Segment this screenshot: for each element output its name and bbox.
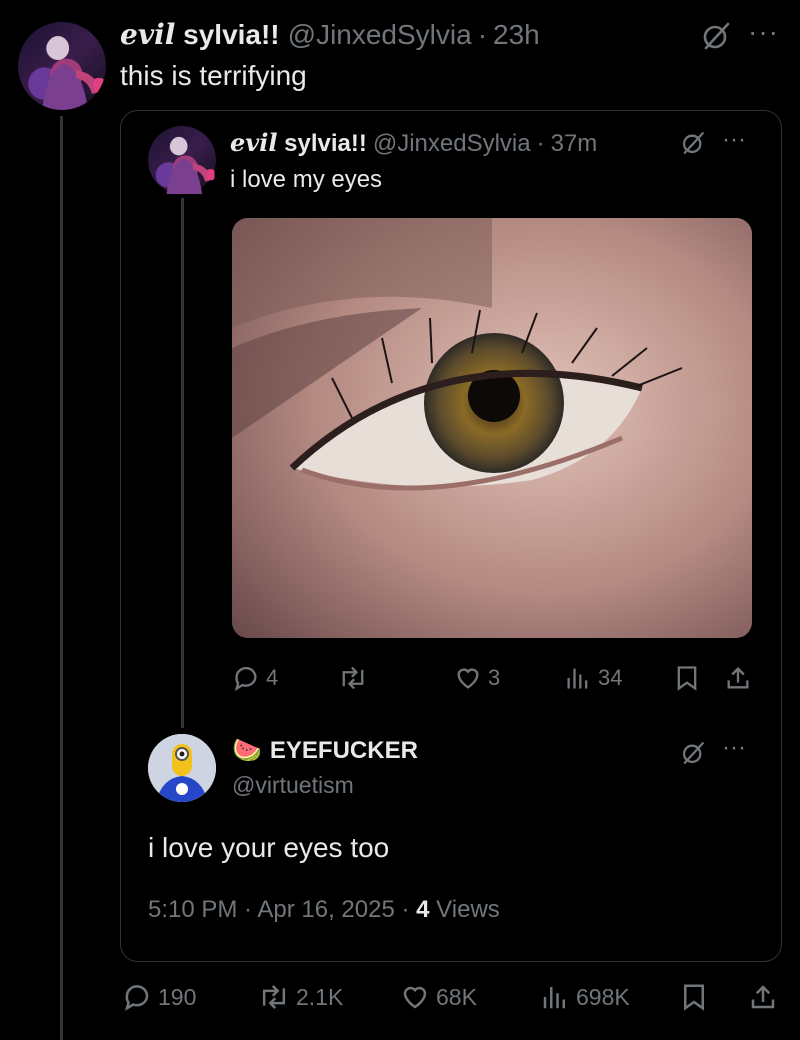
share-button[interactable]: [724, 664, 752, 692]
grok-icon[interactable]: [700, 20, 732, 52]
tweet-text: i love your eyes too: [148, 832, 390, 863]
views-icon: [543, 987, 565, 1009]
reply-icon: [234, 666, 257, 691]
views-count: 4: [416, 896, 430, 923]
repost-count: 2.1K: [296, 983, 344, 1010]
repost-button[interactable]: [338, 664, 374, 692]
bookmark-button[interactable]: [674, 664, 700, 692]
tweet-header: evil sylvia!! @JinxedSylvia · 37m: [230, 128, 597, 158]
bookmark-icon: [677, 666, 697, 691]
tweet-image[interactable]: [232, 218, 752, 638]
separator: ·: [536, 130, 545, 157]
tweet-text: i love my eyes: [230, 166, 383, 193]
avatar-art-icon: [166, 136, 215, 194]
reply-button[interactable]: 190: [122, 982, 196, 1012]
repost-icon: [262, 985, 286, 1009]
display-name-text: EYEFUCKER: [269, 736, 418, 764]
grok-icon[interactable]: [680, 130, 706, 156]
share-button[interactable]: [748, 982, 778, 1012]
heart-icon: [403, 986, 427, 1009]
avatar-art-icon: [42, 36, 104, 110]
views-count: 34: [598, 665, 623, 690]
like-button[interactable]: 68K: [400, 982, 477, 1012]
handle[interactable]: @JinxedSylvia: [373, 130, 531, 158]
share-icon: [751, 985, 775, 1009]
reply-count: 190: [158, 983, 197, 1010]
watermelon-icon: 🍉: [232, 737, 262, 764]
like-count: 3: [488, 665, 501, 690]
views-icon: [567, 668, 588, 689]
timestamp[interactable]: 5:10 PM · Apr 16, 2025 ·: [148, 896, 416, 923]
handle[interactable]: @virtuetism: [232, 772, 354, 799]
avatar[interactable]: [18, 22, 106, 110]
avatar[interactable]: [148, 126, 216, 194]
handle[interactable]: @JinxedSylvia: [288, 19, 472, 51]
reply-button[interactable]: 4: [232, 664, 278, 692]
views-label: Views: [429, 896, 500, 923]
reply-icon: [124, 985, 149, 1011]
thread-line: [60, 116, 63, 1040]
views-button[interactable]: 34: [564, 664, 622, 692]
like-button[interactable]: 3: [454, 664, 500, 692]
like-count: 68K: [436, 983, 477, 1010]
more-icon[interactable]: ···: [722, 734, 746, 762]
grok-icon[interactable]: [680, 740, 706, 766]
timestamp[interactable]: 23h: [493, 19, 540, 51]
separator: ·: [477, 19, 488, 50]
repost-icon: [342, 666, 364, 690]
display-name[interactable]: evil sylvia!!: [230, 128, 367, 158]
bookmark-button[interactable]: [680, 982, 708, 1012]
eye-photo-icon: [232, 218, 752, 638]
thread-line: [181, 198, 184, 728]
heart-icon: [457, 668, 479, 689]
tweet-text: this is terrifying: [120, 60, 307, 91]
views-button[interactable]: 698K: [540, 982, 630, 1012]
share-icon: [727, 667, 749, 689]
more-icon[interactable]: ···: [722, 126, 746, 154]
timestamp[interactable]: 37m: [551, 130, 598, 158]
display-name[interactable]: 🍉 EYEFUCKER: [232, 736, 418, 765]
views-count: 698K: [576, 983, 630, 1010]
tweet-header: evil sylvia!! @JinxedSylvia · 23h: [120, 18, 540, 51]
more-icon[interactable]: ···: [748, 16, 779, 48]
repost-button[interactable]: 2.1K: [258, 982, 343, 1012]
bookmark-icon: [684, 984, 704, 1011]
display-name[interactable]: evil sylvia!!: [120, 18, 280, 51]
avatar[interactable]: [148, 734, 216, 802]
reply-count: 4: [266, 665, 279, 690]
avatar-minion-icon: [148, 734, 216, 802]
tweet-meta: 5:10 PM · Apr 16, 2025 · 4 Views: [148, 896, 500, 924]
